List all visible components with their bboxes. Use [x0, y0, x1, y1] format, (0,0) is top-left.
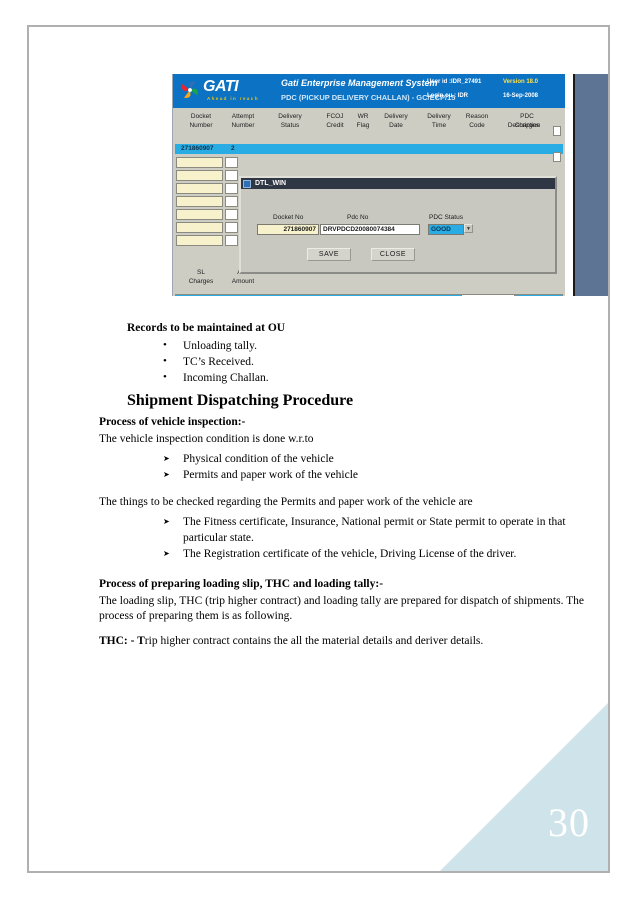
list-item: The Fitness certificate, Insurance, Nati…	[163, 514, 589, 546]
gati-wordmark: GATI	[203, 78, 239, 95]
grid-input-row-4[interactable]	[176, 196, 223, 207]
label-pdc-no: Pdc No	[347, 214, 369, 221]
dtl-win-dialog: DTL_WIN Docket No Pdc No PDC Status 2718…	[239, 176, 557, 274]
totals-highlight-cell[interactable]: DTL	[516, 294, 552, 296]
grid-input-row-7[interactable]	[176, 235, 223, 246]
pdc-status-select[interactable]: GOOD	[428, 224, 464, 235]
grid-attempt-input-7[interactable]	[225, 235, 238, 246]
paragraph-permits-followup: The things to be checked regarding the P…	[99, 496, 473, 508]
column-header-docket-number: Docket Number	[189, 113, 213, 129]
label-sl-charges: SL Charges	[188, 269, 214, 285]
thc-text: rip higher contract contains the all the…	[144, 635, 484, 647]
grid-selected-row[interactable]: 271860907 2	[175, 144, 563, 154]
grid-attempt-input-5[interactable]	[225, 209, 238, 220]
grid-input-row-5[interactable]	[176, 209, 223, 220]
column-header-delivery-date: Delivery Date	[384, 113, 408, 129]
pdc-no-input[interactable]: DRVPDCD20080074384	[320, 224, 420, 235]
scrollbar-thumb[interactable]	[553, 152, 561, 162]
label-docket-no: Docket No	[273, 214, 304, 221]
close-button[interactable]: CLOSE	[371, 248, 415, 261]
document-page: GATI Ahead in reach Gati Enterprise Mana…	[27, 25, 610, 873]
save-button[interactable]: SAVE	[307, 248, 351, 261]
grid-attempt-input-1[interactable]	[225, 157, 238, 168]
records-bullet-list: Unloading tally. TC’s Received. Incoming…	[99, 337, 589, 386]
column-header-pdc-charges: PDC Charges	[514, 113, 540, 129]
inspection-items-list: Physical condition of the vehicle Permit…	[99, 451, 589, 483]
paragraph-loading-slip: The loading slip, THC (trip higher contr…	[99, 595, 584, 622]
grid-attempt-input-2[interactable]	[225, 170, 238, 181]
application-screenshot: GATI Ahead in reach Gati Enterprise Mana…	[172, 74, 608, 296]
column-header-wr-flag: WR Flag	[356, 113, 370, 129]
label-pdc-status: PDC Status	[429, 214, 463, 221]
pdc-status-value: GOOD	[431, 226, 451, 233]
column-header-delivery-status: Delivery Status	[278, 113, 302, 129]
list-item: TC’s Received.	[163, 353, 589, 370]
grid-attempt-input-4[interactable]	[225, 196, 238, 207]
paragraph-inspection-intro: The vehicle inspection condition is done…	[99, 433, 314, 445]
cell-docket-number: 271860907	[181, 145, 214, 152]
column-header-reason-code: Reason Code	[465, 113, 489, 129]
column-header-attempt-number: Attempt Number	[231, 113, 255, 129]
cell-attempt-number: 2	[231, 145, 235, 152]
permits-items-list: The Fitness certificate, Insurance, Nati…	[99, 514, 589, 562]
gati-logo: GATI Ahead in reach	[177, 75, 269, 107]
totals-separator-2	[273, 294, 274, 296]
grid-attempt-input-3[interactable]	[225, 183, 238, 194]
grid-input-row-1[interactable]	[176, 157, 223, 168]
totals-separator-4	[397, 294, 398, 296]
login-ou-label: Login ou : IDR	[427, 93, 468, 99]
grid-input-row-3[interactable]	[176, 183, 223, 194]
grid-input-row-6[interactable]	[176, 222, 223, 233]
grid-column-headers: Docket Number Attempt Number Delivery St…	[173, 112, 565, 142]
totals-separator-3	[335, 294, 336, 296]
list-item: Permits and paper work of the vehicle	[163, 467, 589, 483]
desktop-background-strip	[575, 74, 608, 296]
session-date-label: 16-Sep-2008	[503, 93, 539, 99]
list-item: Incoming Challan.	[163, 369, 589, 386]
list-item: Unloading tally.	[163, 337, 589, 354]
corner-decoration	[440, 703, 608, 871]
heading-process-of-preparing-loading-slip: Process of preparing loading slip, THC a…	[99, 578, 384, 590]
window-icon	[243, 179, 251, 188]
system-title: Gati Enterprise Management System	[281, 78, 438, 88]
column-header-fcoj-credit: FCOJ Credit	[326, 113, 344, 129]
thc-label: THC: - T	[99, 635, 145, 647]
list-item: The Registration certificate of the vehi…	[163, 546, 589, 562]
totals-blank-cell[interactable]	[461, 294, 515, 296]
totals-separator-1	[229, 294, 230, 296]
scrollbar-up-button[interactable]	[553, 126, 561, 136]
heading-shipment-dispatching-procedure: Shipment Dispatching Procedure	[127, 392, 354, 409]
version-label: Version 18.0	[503, 79, 539, 85]
pinwheel-logo-icon	[181, 81, 198, 98]
document-body: Records to be maintained at OU Unloading…	[99, 322, 589, 653]
app-grid-body: Docket Number Attempt Number Delivery St…	[173, 108, 565, 296]
docket-no-input[interactable]: 271860907	[257, 224, 319, 235]
user-id-label: User id :IDR_27491	[427, 79, 482, 85]
grid-input-row-2[interactable]	[176, 170, 223, 181]
list-item: Physical condition of the vehicle	[163, 451, 589, 467]
heading-process-of-vehicle-inspection: Process of vehicle inspection:-	[99, 416, 246, 428]
heading-records-to-be-maintained: Records to be maintained at OU	[127, 322, 286, 334]
page-number: 30	[548, 800, 590, 845]
chevron-down-icon[interactable]: ▼	[464, 224, 473, 233]
grid-attempt-input-6[interactable]	[225, 222, 238, 233]
app-header-bar: GATI Ahead in reach Gati Enterprise Mana…	[173, 74, 565, 108]
paragraph-thc: THC: - Trip higher contract contains the…	[99, 634, 589, 649]
gati-tagline: Ahead in reach	[207, 96, 259, 101]
dialog-title-bar: DTL_WIN	[241, 178, 555, 189]
column-header-delivery-time: Delivery Time	[427, 113, 451, 129]
dialog-title-text: DTL_WIN	[255, 180, 287, 187]
